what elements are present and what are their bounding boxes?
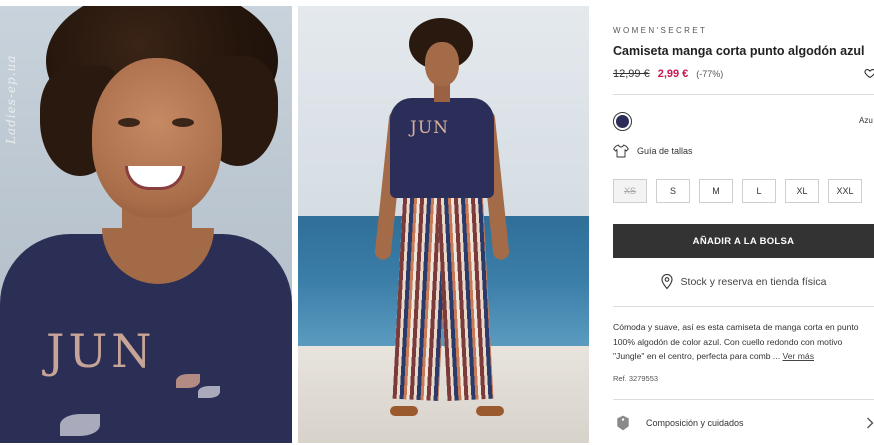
description-text: Cómoda y suave, así es esta camiseta de … [613,322,859,362]
size-option-s[interactable]: S [656,179,690,203]
shirt-print-leaf [60,414,100,436]
divider [613,399,874,400]
shirt-print-leaf [176,374,200,388]
tshirt-icon [613,144,629,158]
model-eye-right [172,118,194,127]
product-info-panel: WOMEN'SECRET Camiseta manga corta punto … [613,0,874,445]
product-photo-fullbody[interactable]: JUN [298,6,589,443]
store-stock-label: Stock y reserva en tienda física [680,275,827,288]
sale-price: 2,99 € [657,68,689,80]
size-option-xs[interactable]: XS [613,179,647,203]
shirt-print-text: JUN [46,324,156,378]
color-name: Azu [859,116,873,125]
product-title: Camiseta manga corta punto algodón azul [613,44,865,58]
discount-badge: (-77%) [696,69,724,79]
model-sandal-right [476,406,504,416]
size-option-xl[interactable]: XL [785,179,819,203]
size-option-m[interactable]: M [699,179,733,203]
shirt-print-leaf [198,386,220,398]
product-reference: Ref. 3279553 [613,374,659,383]
size-option-xxl[interactable]: XXL [828,179,862,203]
product-description: Cómoda y suave, así es esta camiseta de … [613,320,874,364]
color-swatch-selected[interactable] [613,112,632,131]
model-tee [390,98,494,198]
add-to-bag-button[interactable]: AÑADIR A LA BOLSA [613,224,874,258]
see-more-link[interactable]: Ver más [782,351,814,361]
watermark-text: Ladies-ep.ua [4,54,18,144]
location-pin-icon [660,274,673,289]
divider [613,94,874,95]
composition-accordion[interactable]: Composición y cuidados [613,410,874,436]
color-swatch [616,115,629,128]
store-stock-link[interactable]: Stock y reserva en tienda física [613,274,874,289]
heart-icon[interactable] [864,67,874,79]
size-guide-label: Guía de tallas [637,146,693,156]
divider [613,306,874,307]
old-price: 12,99 € [613,68,650,80]
model-sandal-left [390,406,418,416]
model-face [92,58,222,218]
chevron-right-icon [867,417,874,429]
composition-label: Composición y cuidados [646,418,744,428]
model-eye-left [118,118,140,127]
tee-print-text: JUN [410,118,450,138]
size-guide-link[interactable]: Guía de tallas [613,144,693,158]
tag-icon [617,415,629,431]
model-face [425,42,459,86]
size-selector: XS S M L XL XXL [613,179,862,203]
background-floor [298,346,589,443]
brand-name: WOMEN'SECRET [613,26,708,35]
price-row: 12,99 € 2,99 € (-77%) [613,68,723,80]
product-photo-closeup[interactable]: JUN Ladies-ep.ua [0,6,292,443]
size-option-l[interactable]: L [742,179,776,203]
